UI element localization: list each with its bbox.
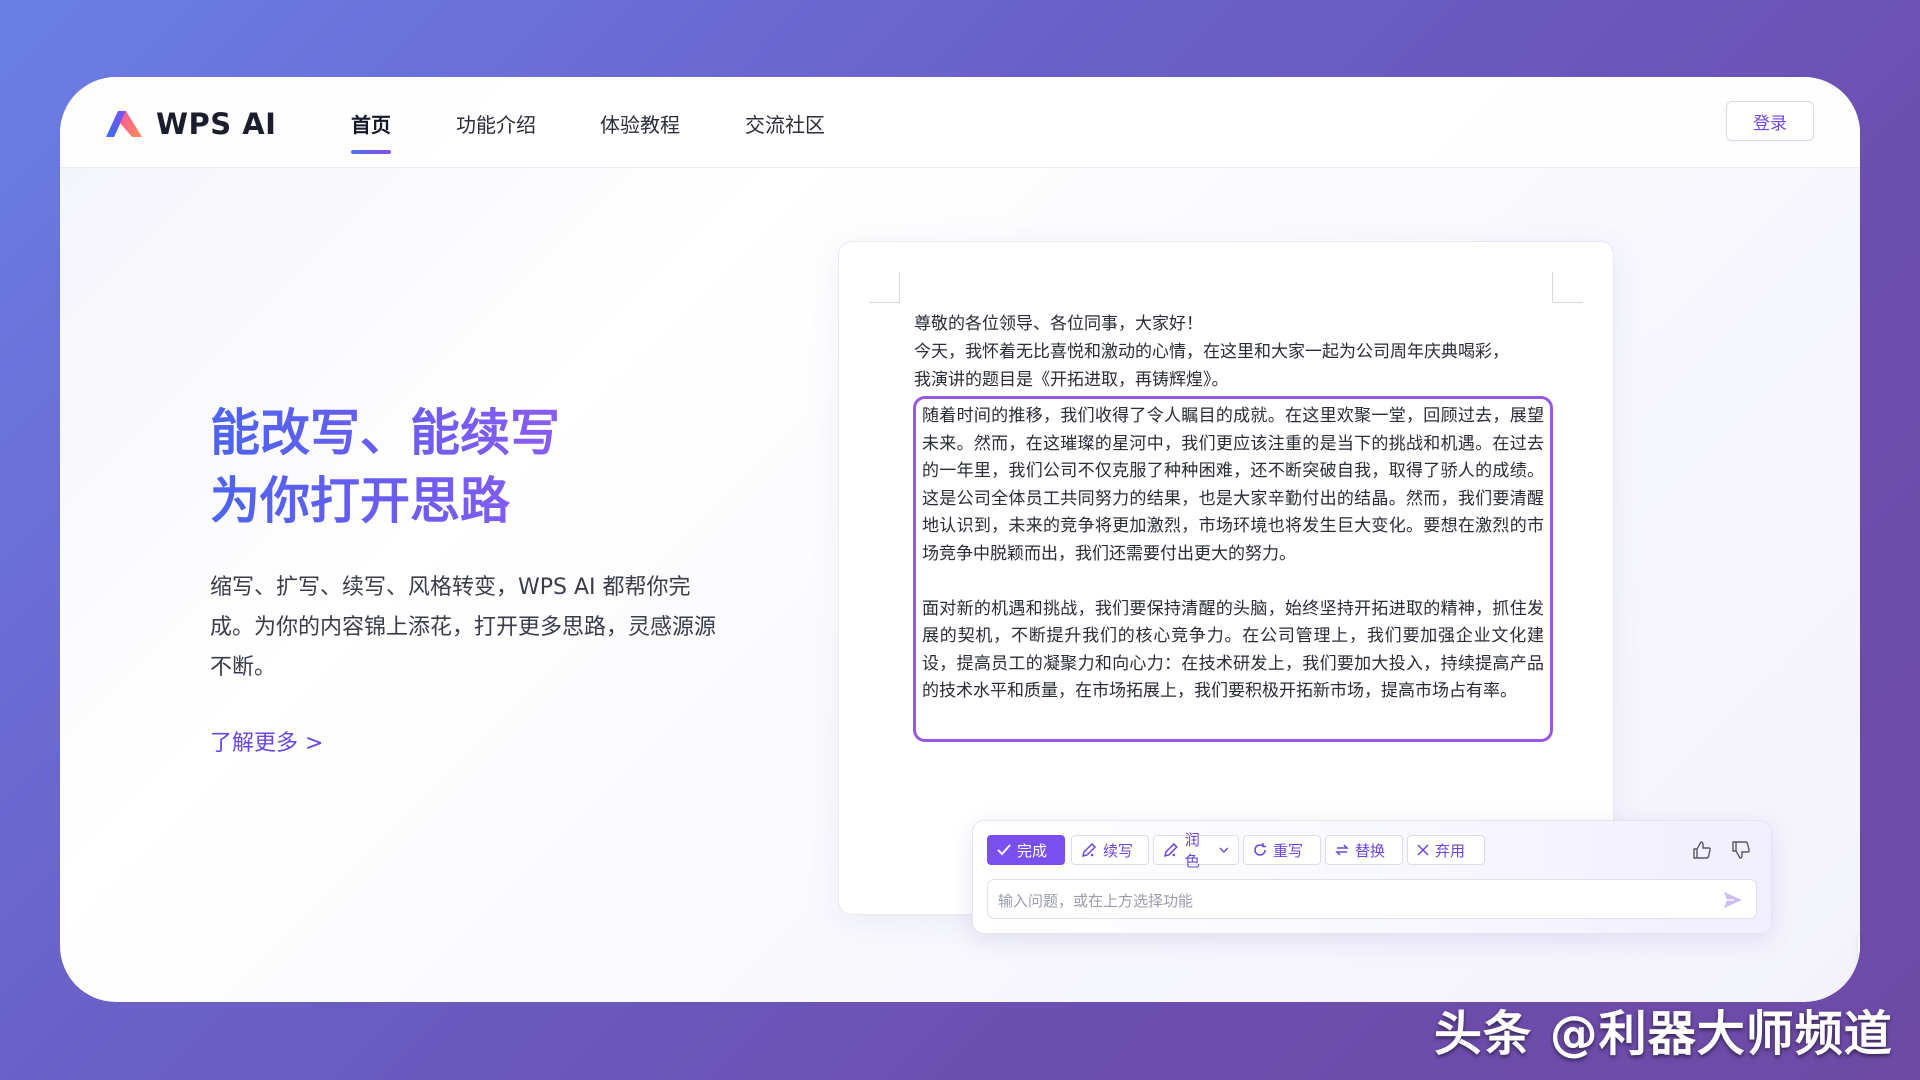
- polish-label: 润色: [1184, 831, 1200, 870]
- discard-button[interactable]: 弃用: [1407, 835, 1485, 865]
- nav-item-home[interactable]: 首页: [351, 109, 391, 138]
- continue-writing-label: 续写: [1103, 841, 1134, 860]
- polish-dropdown[interactable]: 润色: [1153, 831, 1239, 870]
- ai-question-input[interactable]: 输入问题，或在上方选择功能: [987, 879, 1757, 919]
- selected-text: 随着时间的推移，我们收得了令人瞩目的成就。在这里欢聚一堂，回顾过去，展望未来。然…: [922, 403, 1544, 706]
- hero-title: 能改写、能续写 为你打开思路: [210, 399, 560, 535]
- scroll-to-top-button[interactable]: [1857, 933, 1860, 985]
- nav-active-indicator: [351, 150, 391, 154]
- done-button-label: 完成: [1017, 841, 1048, 860]
- document-preview: 尊敬的各位领导、各位同事，大家好！ 今天，我怀着无比喜悦和激动的心情，在这里和大…: [838, 241, 1614, 915]
- ai-input-placeholder: 输入问题，或在上方选择功能: [998, 892, 1194, 910]
- thumbs-up-icon[interactable]: [1691, 839, 1713, 861]
- page-corner-mark: [1552, 272, 1583, 303]
- nav-item-tutorial[interactable]: 体验教程: [600, 109, 680, 138]
- hero-title-line-2: 为你打开思路: [210, 472, 510, 530]
- replace-label: 替换: [1355, 841, 1386, 860]
- swap-icon: [1335, 844, 1349, 856]
- selected-text-block[interactable]: 随着时间的推移，我们收得了令人瞩目的成就。在这里欢聚一堂，回顾过去，展望未来。然…: [913, 396, 1553, 742]
- close-icon: [1417, 844, 1429, 856]
- brand-logo[interactable]: WPS AI: [104, 107, 276, 141]
- page-corner-mark: [869, 272, 900, 303]
- selected-paragraph-1: 随着时间的推移，我们收得了令人瞩目的成就。在这里欢聚一堂，回顾过去，展望未来。然…: [922, 406, 1544, 564]
- chevron-down-icon: [1219, 847, 1229, 853]
- thumbs-down-icon[interactable]: [1730, 839, 1752, 861]
- send-icon[interactable]: [1722, 889, 1744, 911]
- nav-item-features[interactable]: 功能介绍: [456, 109, 536, 138]
- selected-paragraph-2: 面对新的机遇和挑战，我们要保持清醒的头脑，始终坚持开拓进取的精神，抓住发展的契机…: [922, 598, 1544, 702]
- main-window: WPS AI 首页 功能介绍 体验教程 交流社区 登录 能改写、能续写 为你打开…: [60, 77, 1860, 1002]
- top-navigation: WPS AI 首页 功能介绍 体验教程 交流社区 登录: [60, 77, 1860, 168]
- pen-sparkle-icon: [1081, 842, 1097, 858]
- document-line: 我演讲的题目是《开拓进取，再铸辉煌》。: [914, 370, 1229, 390]
- discard-label: 弃用: [1435, 841, 1466, 860]
- watermark-text: 头条 @利器大师频道: [1434, 1006, 1893, 1062]
- learn-more-link[interactable]: 了解更多 >: [210, 725, 323, 757]
- pen-sparkle-icon: [1163, 843, 1178, 857]
- document-line: 今天，我怀着无比喜悦和激动的心情，在这里和大家一起为公司周年庆典喝彩，: [914, 342, 1509, 362]
- hero-title-line-1: 能改写、能续写: [210, 404, 560, 462]
- document-intro: 尊敬的各位领导、各位同事，大家好！ 今天，我怀着无比喜悦和激动的心情，在这里和大…: [914, 310, 1554, 394]
- brand-name: WPS AI: [156, 107, 277, 141]
- login-button[interactable]: 登录: [1726, 101, 1814, 141]
- done-button[interactable]: 完成: [987, 835, 1065, 865]
- refresh-icon: [1254, 843, 1266, 856]
- document-line: 尊敬的各位领导、各位同事，大家好！: [914, 314, 1203, 334]
- hero-description: 缩写、扩写、续写、风格转变，WPS AI 都帮你完成。为你的内容锦上添花，打开更…: [210, 575, 717, 680]
- rewrite-label: 重写: [1273, 841, 1304, 860]
- nav-item-community[interactable]: 交流社区: [745, 109, 825, 138]
- rewrite-button[interactable]: 重写: [1243, 835, 1321, 865]
- wps-ai-logo-icon: [106, 111, 142, 137]
- ai-assistant-panel: 完成 续写 润色 重写 替换 弃用 输入问题，或在上方选择功能: [972, 820, 1772, 934]
- check-icon: [997, 844, 1011, 856]
- replace-button[interactable]: 替换: [1325, 835, 1403, 865]
- continue-writing-button[interactable]: 续写: [1071, 835, 1149, 865]
